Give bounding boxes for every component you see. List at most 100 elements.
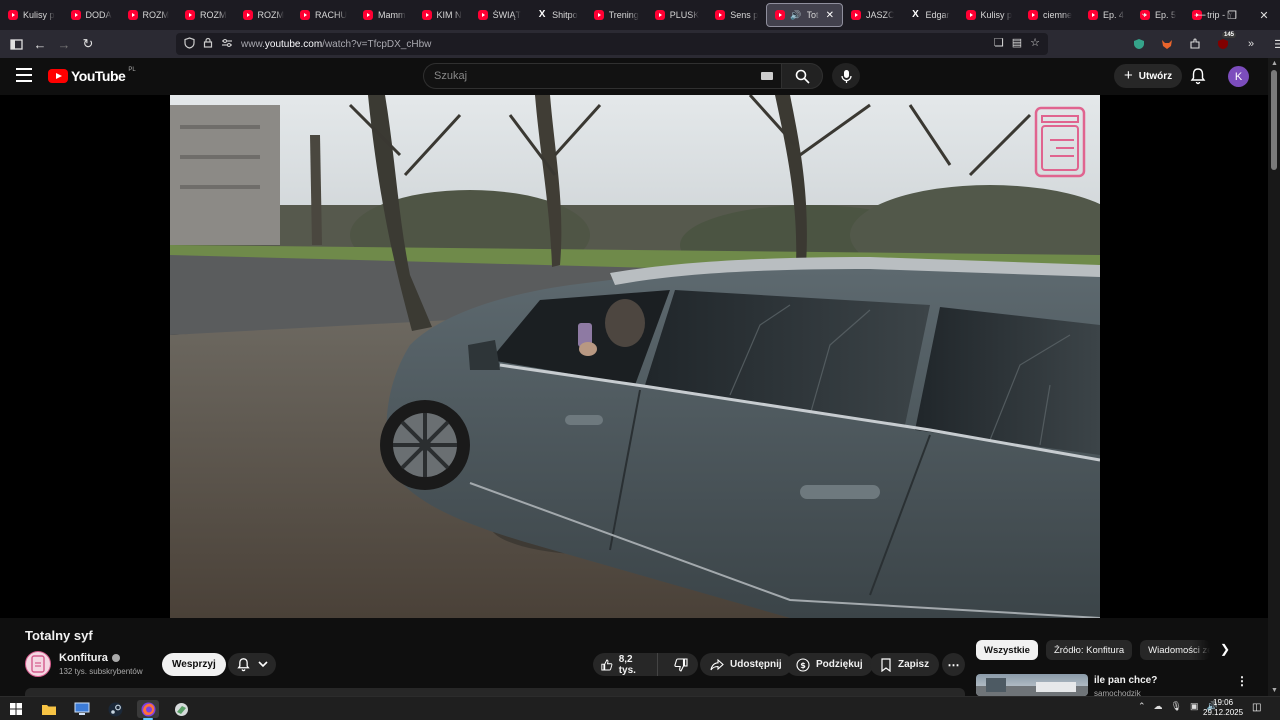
extensions-puzzle-icon[interactable] [1184,32,1206,56]
forward-button[interactable]: → [52,32,76,56]
reader-view-icon[interactable]: ▤ [1012,36,1022,49]
overflow-chevron-icon[interactable]: » [1240,32,1262,56]
tab-title: DODA [85,10,112,20]
search-input[interactable]: Szukaj [423,63,781,89]
recommended-video-menu-icon[interactable]: ⋮ [1236,674,1248,688]
scroll-up-arrow-icon[interactable]: ▲ [1271,60,1278,67]
firefox-icon[interactable] [137,700,159,720]
more-actions-button[interactable]: ⋯ [942,653,965,676]
channel-avatar[interactable] [25,651,51,677]
browser-tab[interactable]: Kulisy p [958,3,1021,27]
browser-tab[interactable]: ROZM [177,3,235,27]
notification-center-icon[interactable]: ◫ [1252,702,1261,713]
windows-taskbar: ⌃ ☁ 🎙 ▣ 🔊 19:06 29.12.2025 ◫ [0,696,1280,720]
url-bar[interactable]: www.youtube.com/watch?v=TfcpDX_cHbw ❏ ▤ … [176,33,1048,55]
create-button[interactable]: + Utwórz [1114,64,1183,88]
share-button[interactable]: Udostępnij [700,653,792,676]
account-avatar[interactable]: K [1228,66,1249,87]
logo-wordmark: YouTube [71,68,126,84]
youtube-logo[interactable]: YouTube PL [48,67,136,84]
browser-tab[interactable]: Mamm [355,3,414,27]
lock-icon[interactable] [203,37,213,51]
tab-title: ROZM [257,10,285,20]
keyboard-icon[interactable] [761,72,773,80]
guide-menu-icon[interactable] [16,68,32,82]
ublock-icon[interactable]: 145 [1212,32,1236,56]
chip-all[interactable]: Wszystkie [976,640,1038,660]
browser-tab[interactable]: RACHU [292,3,355,27]
search-button[interactable] [781,63,823,89]
tab-title: Sens p [730,10,759,20]
bookmark-star-icon[interactable]: ☆ [1030,36,1040,49]
voice-search-button[interactable] [832,63,860,89]
vpn-extension-icon[interactable] [1128,32,1150,56]
page-scrollbar[interactable]: ▲ ▼ [1268,58,1280,696]
browser-tab[interactable]: ciemne [1020,3,1080,27]
clock-date: 29.12.2025 [1203,708,1244,717]
remote-desktop-icon[interactable] [71,700,93,718]
recommended-video-thumbnail[interactable] [976,674,1088,696]
browser-tab[interactable]: PLUSK [647,3,708,27]
browser-tab[interactable]: JASZC [843,3,903,27]
browser-tab[interactable]: DODA [63,3,120,27]
chip-news[interactable]: Wiadomości ze [1140,640,1211,660]
browser-tab[interactable]: KIM N [414,3,470,27]
subscription-notifications-button[interactable] [228,653,276,676]
game-app-icon[interactable] [170,700,192,718]
channel-name[interactable]: Konfitura [59,652,120,664]
browser-tab[interactable]: ŚWIĄT [470,3,530,27]
video-title: Totalny syf [25,628,93,643]
thumbs-down-icon [674,657,688,672]
notifications-bell-icon[interactable] [1190,67,1206,90]
microphone-tray-icon[interactable]: 🎙 [1171,701,1182,712]
description-box[interactable] [25,688,965,696]
reload-button[interactable]: ↻ [76,32,100,56]
steam-icon[interactable] [104,700,126,718]
tray-chevron-up-icon[interactable]: ⌃ [1138,701,1146,712]
channel-watermark[interactable] [1034,106,1086,178]
share-arrow-icon [710,658,724,670]
tab-close-icon[interactable]: ✕ [826,10,834,21]
file-explorer-icon[interactable] [38,700,60,718]
channel-name-text[interactable]: Konfitura [59,652,108,664]
chip-from-channel[interactable]: Źródło: Konfitura [1045,640,1133,660]
picture-in-picture-icon[interactable]: ❏ [994,36,1004,49]
tab-list-chevron-icon[interactable]: ⌄ [1140,8,1148,19]
browser-tab[interactable]: 🔊 Tot ✕ [766,3,843,27]
scroll-down-arrow-icon[interactable]: ▼ [1271,687,1278,694]
browser-tab[interactable]: ROZM [120,3,178,27]
restore-button[interactable]: ❐ [1216,0,1248,30]
tab-audio-speaker-icon[interactable]: 🔊 [790,10,801,21]
close-window-button[interactable]: ✕ [1248,0,1280,30]
chips-next-chevron-icon[interactable]: ❯ [1220,642,1230,656]
onedrive-cloud-icon[interactable]: ☁ [1154,701,1163,712]
taskbar-clock[interactable]: 19:06 29.12.2025 [1203,698,1243,718]
browser-tab[interactable]: Kulisy p [0,3,63,27]
recommendation-chips: Wszystkie Źródło: Konfitura Wiadomości z… [976,640,1211,660]
scrollbar-thumb[interactable] [1271,70,1277,170]
dislike-button[interactable] [664,653,698,676]
windows-start-icon[interactable] [5,700,27,718]
browser-tab[interactable]: X Edgar [902,3,957,27]
recommended-video-title[interactable]: ile pan chce? [1094,675,1157,686]
browser-tab[interactable]: Trening [586,3,647,27]
browser-tab[interactable]: Sens p [707,3,766,27]
browser-tab[interactable]: X Shitpo [529,3,586,27]
network-icon[interactable]: ▣ [1190,701,1199,712]
browser-tab[interactable]: ROZM [235,3,293,27]
app-menu-icon[interactable]: ☰ [1268,32,1280,56]
verified-badge-icon [111,654,120,662]
plus-icon: + [1124,67,1133,84]
save-button[interactable]: Zapisz [870,653,940,676]
sidebar-toggle-icon[interactable] [4,32,28,56]
shield-icon[interactable] [184,36,195,52]
like-button[interactable]: 8,2 tys. [593,653,658,676]
minimize-button[interactable]: — [1184,0,1216,30]
video-player[interactable] [170,95,1100,618]
fox-extension-icon[interactable] [1156,32,1178,56]
support-button[interactable]: Wesprzyj [162,653,226,676]
back-button[interactable]: ← [28,32,52,56]
thanks-button[interactable]: $ Podziękuj [786,653,873,676]
permissions-icon[interactable] [221,38,233,51]
browser-tab[interactable]: Ep. 4 [1080,3,1132,27]
